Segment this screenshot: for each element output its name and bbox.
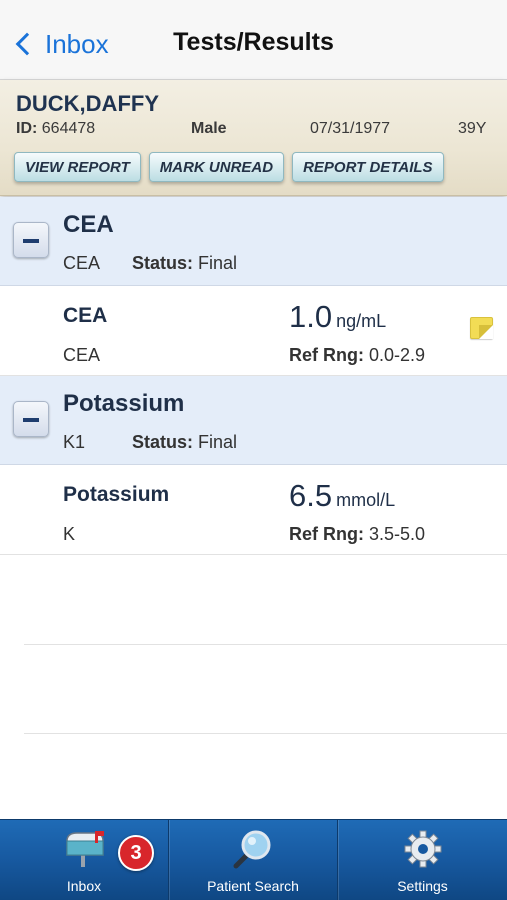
tab-bar: Inbox 3 Patient Search Settings xyxy=(0,819,507,900)
inbox-badge: 3 xyxy=(118,835,154,871)
test-group-cea[interactable]: CEA CEA Status: Final xyxy=(0,197,507,286)
navigation-bar: Inbox Tests/Results xyxy=(0,0,507,80)
result-value: 1.0 ng/mL xyxy=(289,299,386,335)
reference-range: Ref Rng: 3.5-5.0 xyxy=(289,524,425,545)
report-actions: VIEW REPORT MARK UNREAD REPORT DETAILS xyxy=(14,152,444,182)
reference-range: Ref Rng: 0.0-2.9 xyxy=(289,345,425,366)
patient-dob-value: 07/31/1977 xyxy=(310,120,391,137)
collapse-minus-icon[interactable] xyxy=(13,222,49,258)
patient-sex: Male xyxy=(191,120,227,137)
collapse-minus-icon[interactable] xyxy=(13,401,49,437)
status-value: Final xyxy=(198,432,238,452)
mailbox-icon xyxy=(61,829,107,874)
magnifier-icon xyxy=(231,829,275,874)
tab-settings-label: Settings xyxy=(397,878,448,894)
sticky-note-icon[interactable] xyxy=(470,317,493,339)
ref-range-label: Ref Rng: xyxy=(289,345,364,365)
result-code: K xyxy=(63,524,76,544)
result-code: CEA xyxy=(63,345,101,365)
status-label: Status: xyxy=(132,253,194,273)
patient-dob: 07/31/1977 xyxy=(310,120,390,138)
status-label: Status: xyxy=(132,432,194,452)
tab-inbox[interactable]: Inbox 3 xyxy=(0,820,168,900)
mark-unread-button[interactable]: MARK UNREAD xyxy=(148,152,285,182)
list-separator xyxy=(24,644,507,645)
list-separator xyxy=(24,733,507,734)
page-title: Tests/Results xyxy=(173,28,334,56)
gear-icon xyxy=(403,829,443,874)
ref-range-value: 0.0-2.9 xyxy=(369,345,426,365)
result-value-number: 1.0 xyxy=(289,299,333,334)
result-value-number: 6.5 xyxy=(289,478,333,513)
patient-id: ID: 664478 xyxy=(16,120,95,138)
patient-age: 39Y xyxy=(458,120,486,138)
result-value: 6.5 mmol/L xyxy=(289,478,395,514)
group-code: CEA xyxy=(63,253,101,273)
tab-patient-search-label: Patient Search xyxy=(207,878,299,894)
tab-inbox-label: Inbox xyxy=(66,878,102,894)
ref-range-label: Ref Rng: xyxy=(289,524,364,544)
tab-patient-search[interactable]: Patient Search xyxy=(169,820,337,900)
group-title: Potassium xyxy=(63,390,185,417)
result-unit: mmol/L xyxy=(336,490,396,510)
result-name: Potassium xyxy=(63,483,170,506)
patient-name: DUCK,DAFFY xyxy=(16,91,159,116)
group-title: CEA xyxy=(63,211,114,238)
group-status: Status: Final xyxy=(132,432,237,453)
report-details-button[interactable]: REPORT DETAILS xyxy=(292,152,444,182)
status-value: Final xyxy=(198,253,238,273)
result-row-potassium[interactable]: Potassium K 6.5 mmol/L Ref Rng: 3.5-5.0 xyxy=(0,466,507,555)
group-code: K1 xyxy=(63,432,86,452)
patient-header: DUCK,DAFFY ID: 664478 Male 07/31/1977 39… xyxy=(0,80,507,196)
result-row-cea[interactable]: CEA CEA 1.0 ng/mL Ref Rng: 0.0-2.9 xyxy=(0,287,507,376)
patient-age-value: 39Y xyxy=(458,120,487,137)
ref-range-value: 3.5-5.0 xyxy=(369,524,426,544)
patient-id-value: 664478 xyxy=(41,120,96,137)
result-unit: ng/mL xyxy=(336,311,387,331)
test-group-potassium[interactable]: Potassium K1 Status: Final xyxy=(0,376,507,465)
tab-settings[interactable]: Settings xyxy=(338,820,507,900)
view-report-button[interactable]: VIEW REPORT xyxy=(14,152,141,182)
patient-id-label: ID: xyxy=(16,120,38,137)
group-status: Status: Final xyxy=(132,253,237,274)
result-name: CEA xyxy=(63,304,108,327)
